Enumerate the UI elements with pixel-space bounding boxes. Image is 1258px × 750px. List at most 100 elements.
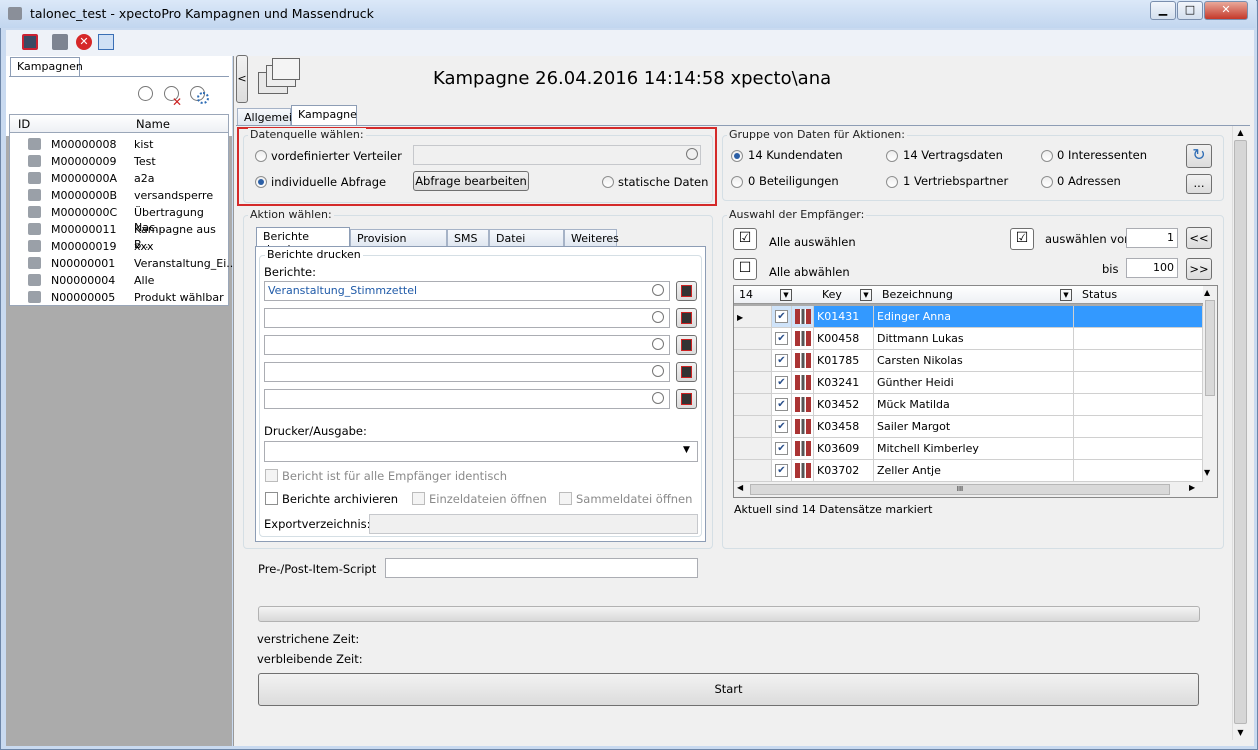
table-row[interactable]: ✔ K03458 Sailer Margot	[734, 416, 1203, 438]
table-row[interactable]: M0000000B versandsperre	[10, 187, 228, 204]
row-checkbox[interactable]: ✔	[775, 332, 788, 345]
radio-individual[interactable]	[255, 176, 267, 188]
select-all-button[interactable]: ☑	[733, 228, 757, 250]
report-field[interactable]	[264, 308, 670, 328]
radio-group-0[interactable]	[731, 150, 743, 162]
name-filter-icon[interactable]: ▼	[1060, 289, 1072, 301]
search-icon[interactable]	[686, 148, 698, 160]
print-icon[interactable]	[52, 34, 68, 50]
deselect-all-button[interactable]: ☐	[733, 258, 757, 280]
report-preview-icon[interactable]	[676, 362, 697, 382]
report-field[interactable]	[264, 362, 670, 382]
search-icon[interactable]	[652, 392, 664, 404]
prev-button[interactable]: <<	[1186, 227, 1212, 249]
col-status[interactable]: Status	[1082, 288, 1117, 301]
refresh-icon[interactable]: ↻	[1186, 144, 1212, 168]
collapse-button[interactable]: <	[236, 55, 248, 103]
search-icon[interactable]	[652, 311, 664, 323]
table-row[interactable]: M00000009 Test	[10, 153, 228, 170]
search-icon[interactable]	[652, 284, 664, 296]
cell-row-header	[734, 416, 772, 438]
select-range-button[interactable]: ☑	[1010, 228, 1034, 250]
grid-vscroll[interactable]: ▲ ▼	[1203, 286, 1217, 482]
tab-provision[interactable]: Provision einfügen	[350, 229, 447, 258]
report-preview-icon[interactable]	[676, 335, 697, 355]
table-row[interactable]: M0000000C Übertragung Nac...	[10, 204, 228, 234]
table-row[interactable]: ✔ K03702 Zeller Antje	[734, 460, 1203, 482]
radio-group-1[interactable]	[886, 150, 898, 162]
report-preview-icon[interactable]	[676, 281, 697, 301]
close-button[interactable]: ✕	[1204, 1, 1248, 20]
row-checkbox[interactable]: ✔	[775, 398, 788, 411]
report-preview-icon[interactable]	[676, 308, 697, 328]
table-row[interactable]: N00000005 Produkt wählbar	[10, 289, 228, 306]
table-row[interactable]: ✔ K01785 Carsten Nikolas	[734, 350, 1203, 372]
key-filter-icon[interactable]: ▼	[860, 289, 872, 301]
table-row[interactable]: ✔ K03452 Mück Matilda	[734, 394, 1203, 416]
collect-file-checkbox[interactable]	[559, 492, 572, 505]
radio-group-4[interactable]	[886, 176, 898, 188]
archive-checkbox[interactable]	[265, 492, 278, 505]
single-files-checkbox[interactable]	[412, 492, 425, 505]
tab-kampagne[interactable]: Kampagne	[291, 105, 357, 126]
table-row[interactable]: N00000004 Alle	[10, 272, 228, 289]
radio-predefined[interactable]	[255, 150, 267, 162]
to-field[interactable]: 100	[1126, 258, 1178, 278]
table-row[interactable]: N00000001 Veranstaltung_Ei...	[10, 255, 237, 272]
tab-allgemein[interactable]: Allgemein	[237, 108, 299, 126]
table-row[interactable]: ✔ K03241 Günther Heidi	[734, 372, 1203, 394]
identical-checkbox[interactable]	[265, 469, 278, 482]
edit-query-button[interactable]: Abfrage bearbeiten	[413, 171, 529, 191]
tab-datei-upload[interactable]: Datei Upload	[489, 229, 564, 258]
row-checkbox[interactable]: ✔	[775, 354, 788, 367]
more-button[interactable]: ...	[1186, 174, 1212, 194]
col-filter-icon[interactable]: ▼	[780, 289, 792, 301]
printer-select[interactable]: ▼	[264, 441, 698, 462]
start-button[interactable]: Start	[258, 673, 1199, 706]
tab-weiteres[interactable]: Weiteres	[564, 229, 619, 247]
col-key[interactable]: Key	[822, 288, 842, 301]
search-icon[interactable]	[652, 365, 664, 377]
table-row[interactable]: M00000008 kist	[10, 136, 228, 153]
row-checkbox[interactable]: ✔	[775, 310, 788, 323]
maximize-button[interactable]: □	[1177, 1, 1203, 20]
table-row[interactable]: ✔ K03609 Mitchell Kimberley	[734, 438, 1203, 460]
search-icon[interactable]	[138, 86, 153, 101]
col-bezeichnung[interactable]: Bezeichnung	[882, 288, 953, 301]
copy-icon[interactable]	[98, 34, 114, 50]
table-row[interactable]: M00000019 xxx	[10, 238, 228, 255]
report-field[interactable]	[264, 335, 670, 355]
grid-hscroll[interactable]: ◀ III ▶	[734, 482, 1217, 497]
col-id[interactable]: ID	[18, 117, 30, 131]
from-field[interactable]: 1	[1126, 228, 1178, 248]
tab-sms[interactable]: SMS	[447, 229, 489, 247]
minimize-button[interactable]: ▁	[1150, 1, 1176, 20]
tab-berichte-drucken[interactable]: Berichte drucken	[256, 227, 350, 256]
row-checkbox[interactable]: ✔	[775, 442, 788, 455]
next-button[interactable]: >>	[1186, 258, 1212, 280]
col-name[interactable]: Name	[136, 117, 170, 131]
table-row[interactable]: ▶ ✔ K01431 Edinger Anna	[734, 306, 1203, 328]
tab-kampagnen[interactable]: Kampagnen	[10, 57, 83, 77]
search-icon[interactable]	[652, 338, 664, 350]
report-field[interactable]: Veranstaltung_Stimmzettel	[264, 281, 670, 301]
radio-static[interactable]	[602, 176, 614, 188]
report-preview-icon[interactable]	[676, 389, 697, 409]
script-field[interactable]	[385, 558, 698, 578]
radio-group-2[interactable]	[1041, 150, 1053, 162]
row-checkbox[interactable]: ✔	[775, 464, 788, 477]
row-checkbox[interactable]: ✔	[775, 376, 788, 389]
delete-icon[interactable]: ✕	[76, 34, 92, 50]
page-scrollbar[interactable]: ▲ ▼	[1232, 126, 1248, 740]
radio-group-5[interactable]	[1041, 176, 1053, 188]
radio-group-3[interactable]	[731, 176, 743, 188]
table-row[interactable]: ✔ K00458 Dittmann Lukas	[734, 328, 1203, 350]
cell-row-header	[734, 438, 772, 460]
save-icon[interactable]	[22, 34, 38, 50]
report-field[interactable]	[264, 389, 670, 409]
row-checkbox[interactable]: ✔	[775, 420, 788, 433]
distributor-field[interactable]	[413, 145, 701, 165]
table-row[interactable]: M00000011 Kampagne aus B...	[10, 221, 228, 251]
table-row[interactable]: M0000000A a2a	[10, 170, 228, 187]
export-field[interactable]	[369, 514, 698, 534]
